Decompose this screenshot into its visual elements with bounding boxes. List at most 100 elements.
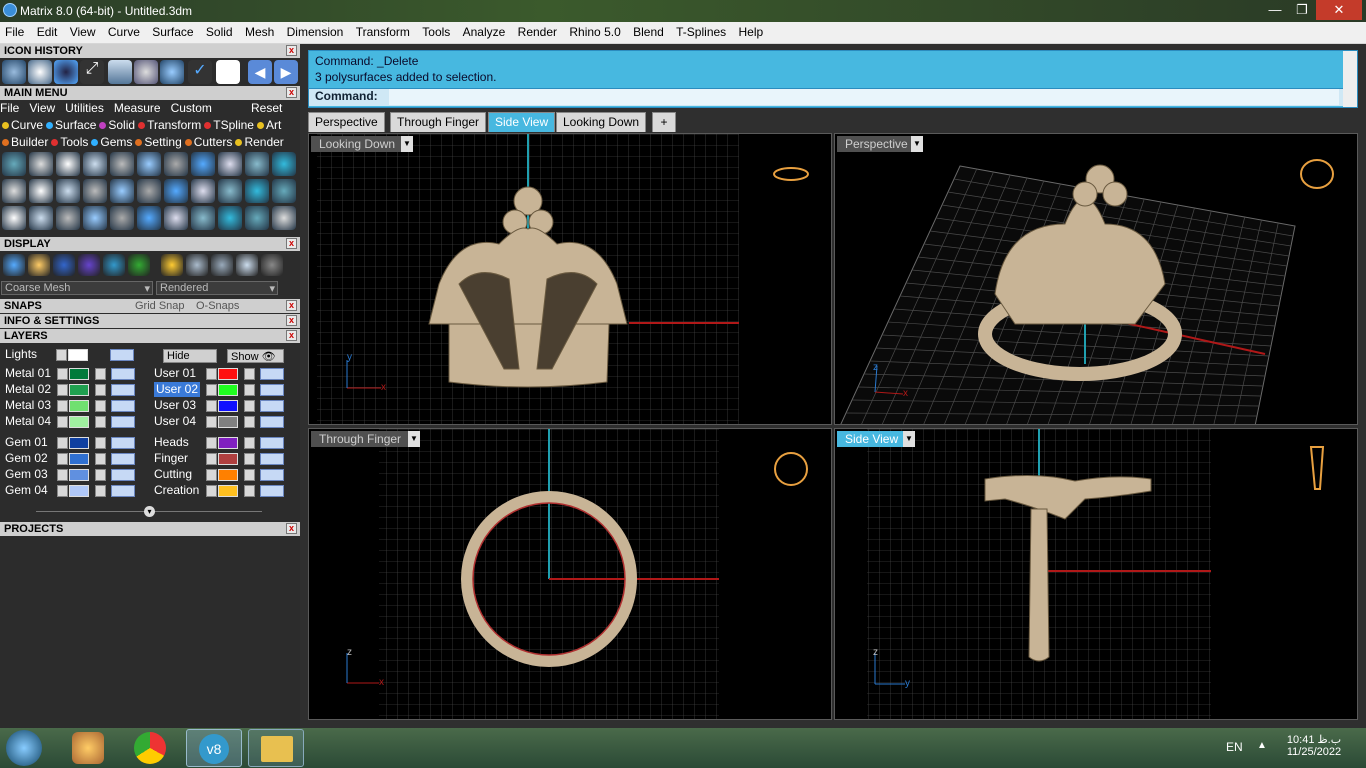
tool-icon[interactable] xyxy=(218,206,242,230)
layer-visibility-toggle[interactable] xyxy=(111,453,135,465)
menu-file[interactable]: File xyxy=(0,22,28,39)
display-mode-icon[interactable] xyxy=(261,254,283,276)
tool-icon[interactable] xyxy=(56,179,80,203)
lock-icon[interactable] xyxy=(244,453,255,465)
paint-icon[interactable] xyxy=(72,732,104,764)
reset-button[interactable]: Reset xyxy=(251,101,282,115)
tool-category-builder[interactable]: Builder xyxy=(2,135,48,149)
tool-icon[interactable] xyxy=(191,179,215,203)
layer-lights-toggle[interactable] xyxy=(110,349,134,361)
explorer-task-button[interactable] xyxy=(248,729,304,767)
layer-color-swatch[interactable] xyxy=(69,469,89,481)
minimize-icon[interactable]: — xyxy=(1262,0,1288,20)
layer-color-swatch[interactable] xyxy=(218,453,238,465)
layer-visibility-toggle[interactable] xyxy=(111,469,135,481)
display-mode-icon[interactable] xyxy=(28,254,50,276)
add-tab-icon[interactable]: + xyxy=(652,112,676,132)
tool-category-tools[interactable]: Tools xyxy=(51,135,88,149)
tool-icon[interactable] xyxy=(245,152,269,176)
lock-icon[interactable] xyxy=(95,437,106,449)
menu-curve[interactable]: Curve xyxy=(103,22,144,39)
tool-icon[interactable] xyxy=(83,206,107,230)
lock-icon[interactable] xyxy=(95,469,106,481)
tool-category-transform[interactable]: Transform xyxy=(138,118,201,132)
display-mode-icon[interactable] xyxy=(53,254,75,276)
tool-category-tspline[interactable]: TSpline xyxy=(204,118,254,132)
tool-icon[interactable] xyxy=(110,152,134,176)
menu-rhino[interactable]: Rhino 5.0 xyxy=(564,22,624,39)
tool-icon[interactable] xyxy=(191,152,215,176)
tool-icon[interactable] xyxy=(137,179,161,203)
layer-visibility-toggle[interactable] xyxy=(111,416,135,428)
start-button[interactable] xyxy=(6,730,42,766)
viewport-menu-icon[interactable]: ▼ xyxy=(408,431,420,447)
viewport-label-tl[interactable]: Looking Down xyxy=(311,136,404,152)
menu-edit[interactable]: Edit xyxy=(32,22,62,39)
tool-icon[interactable] xyxy=(164,152,188,176)
menu-blend[interactable]: Blend xyxy=(628,22,668,39)
lock-icon[interactable] xyxy=(95,416,106,428)
tool-icon[interactable] xyxy=(137,152,161,176)
display-mode-icon[interactable] xyxy=(103,254,125,276)
menu-view[interactable]: View xyxy=(65,22,100,39)
layer-expand-icon[interactable] xyxy=(57,453,68,465)
layer-expand-icon[interactable] xyxy=(206,416,217,428)
layer-expand-icon[interactable] xyxy=(57,485,68,497)
tab-side-view[interactable]: Side View xyxy=(488,112,556,132)
display-mode-icon[interactable] xyxy=(211,254,233,276)
menu-surface[interactable]: Surface xyxy=(147,22,197,39)
mesh-select[interactable]: Coarse Mesh ▾ xyxy=(1,281,153,295)
tool-category-curve[interactable]: Curve xyxy=(2,118,43,132)
matrix-task-button[interactable]: v8 xyxy=(186,729,242,767)
menu-analyze[interactable]: Analyze xyxy=(458,22,510,39)
lock-icon[interactable] xyxy=(244,416,255,428)
layer-color-swatch[interactable] xyxy=(218,469,238,481)
menu-mesh[interactable]: Mesh xyxy=(240,22,278,39)
tool-icon[interactable] xyxy=(137,206,161,230)
layer-label[interactable]: User 02 xyxy=(154,382,201,397)
lock-icon[interactable] xyxy=(244,437,255,449)
viewport-menu-icon[interactable]: ▼ xyxy=(401,136,413,152)
layer-color-swatch[interactable] xyxy=(218,485,238,497)
menu-dimension[interactable]: Dimension xyxy=(282,22,348,39)
layer-label[interactable]: Metal 02 xyxy=(5,382,51,397)
layer-expand-icon[interactable] xyxy=(57,469,68,481)
chrome-icon[interactable] xyxy=(134,732,166,764)
tool-category-art[interactable]: Art xyxy=(256,118,281,132)
layer-label[interactable]: User 03 xyxy=(154,398,196,413)
layer-visibility-toggle[interactable] xyxy=(111,485,135,497)
layer-expand-icon[interactable] xyxy=(206,437,217,449)
tool-category-surface[interactable]: Surface xyxy=(46,118,96,132)
tab-through-finger[interactable]: Through Finger xyxy=(390,112,487,132)
layer-visibility-toggle[interactable] xyxy=(111,437,135,449)
icon-history-header[interactable]: ICON HISTORY x xyxy=(0,44,300,58)
layer-label[interactable]: Gem 02 xyxy=(5,451,48,466)
lock-icon[interactable] xyxy=(95,368,106,380)
tool-icon[interactable] xyxy=(164,206,188,230)
display-mode-icon[interactable] xyxy=(236,254,258,276)
setting-icon[interactable] xyxy=(160,60,184,84)
layer-label[interactable]: Metal 01 xyxy=(5,366,51,381)
viewport-looking-down[interactable]: x y Looking Down ▼ xyxy=(308,133,832,425)
layer-color-swatch[interactable] xyxy=(69,368,89,380)
layer-expand-icon[interactable] xyxy=(206,400,217,412)
tool-icon[interactable] xyxy=(218,152,242,176)
forward-arrow-icon[interactable]: ▶ xyxy=(274,60,298,84)
layer-label[interactable]: Gem 04 xyxy=(5,483,48,498)
main-menu-header[interactable]: MAIN MENU x xyxy=(0,86,300,100)
mm-custom[interactable]: Custom xyxy=(171,101,212,115)
lock-icon[interactable] xyxy=(95,453,106,465)
layer-visibility-toggle[interactable] xyxy=(260,485,284,497)
tool-icon[interactable] xyxy=(83,152,107,176)
tool-icon[interactable] xyxy=(272,206,296,230)
tool-icon[interactable] xyxy=(56,206,80,230)
mm-view[interactable]: View xyxy=(29,101,55,115)
layer-expand-icon[interactable] xyxy=(57,437,68,449)
display-mode-icon[interactable] xyxy=(186,254,208,276)
tool-icon[interactable] xyxy=(218,179,242,203)
document-icon[interactable] xyxy=(216,60,240,84)
command-scrollbar[interactable] xyxy=(1343,51,1357,107)
layer-label[interactable]: User 04 xyxy=(154,414,196,429)
tool-category-cutters[interactable]: Cutters xyxy=(184,135,232,149)
command-input[interactable] xyxy=(389,89,1339,105)
